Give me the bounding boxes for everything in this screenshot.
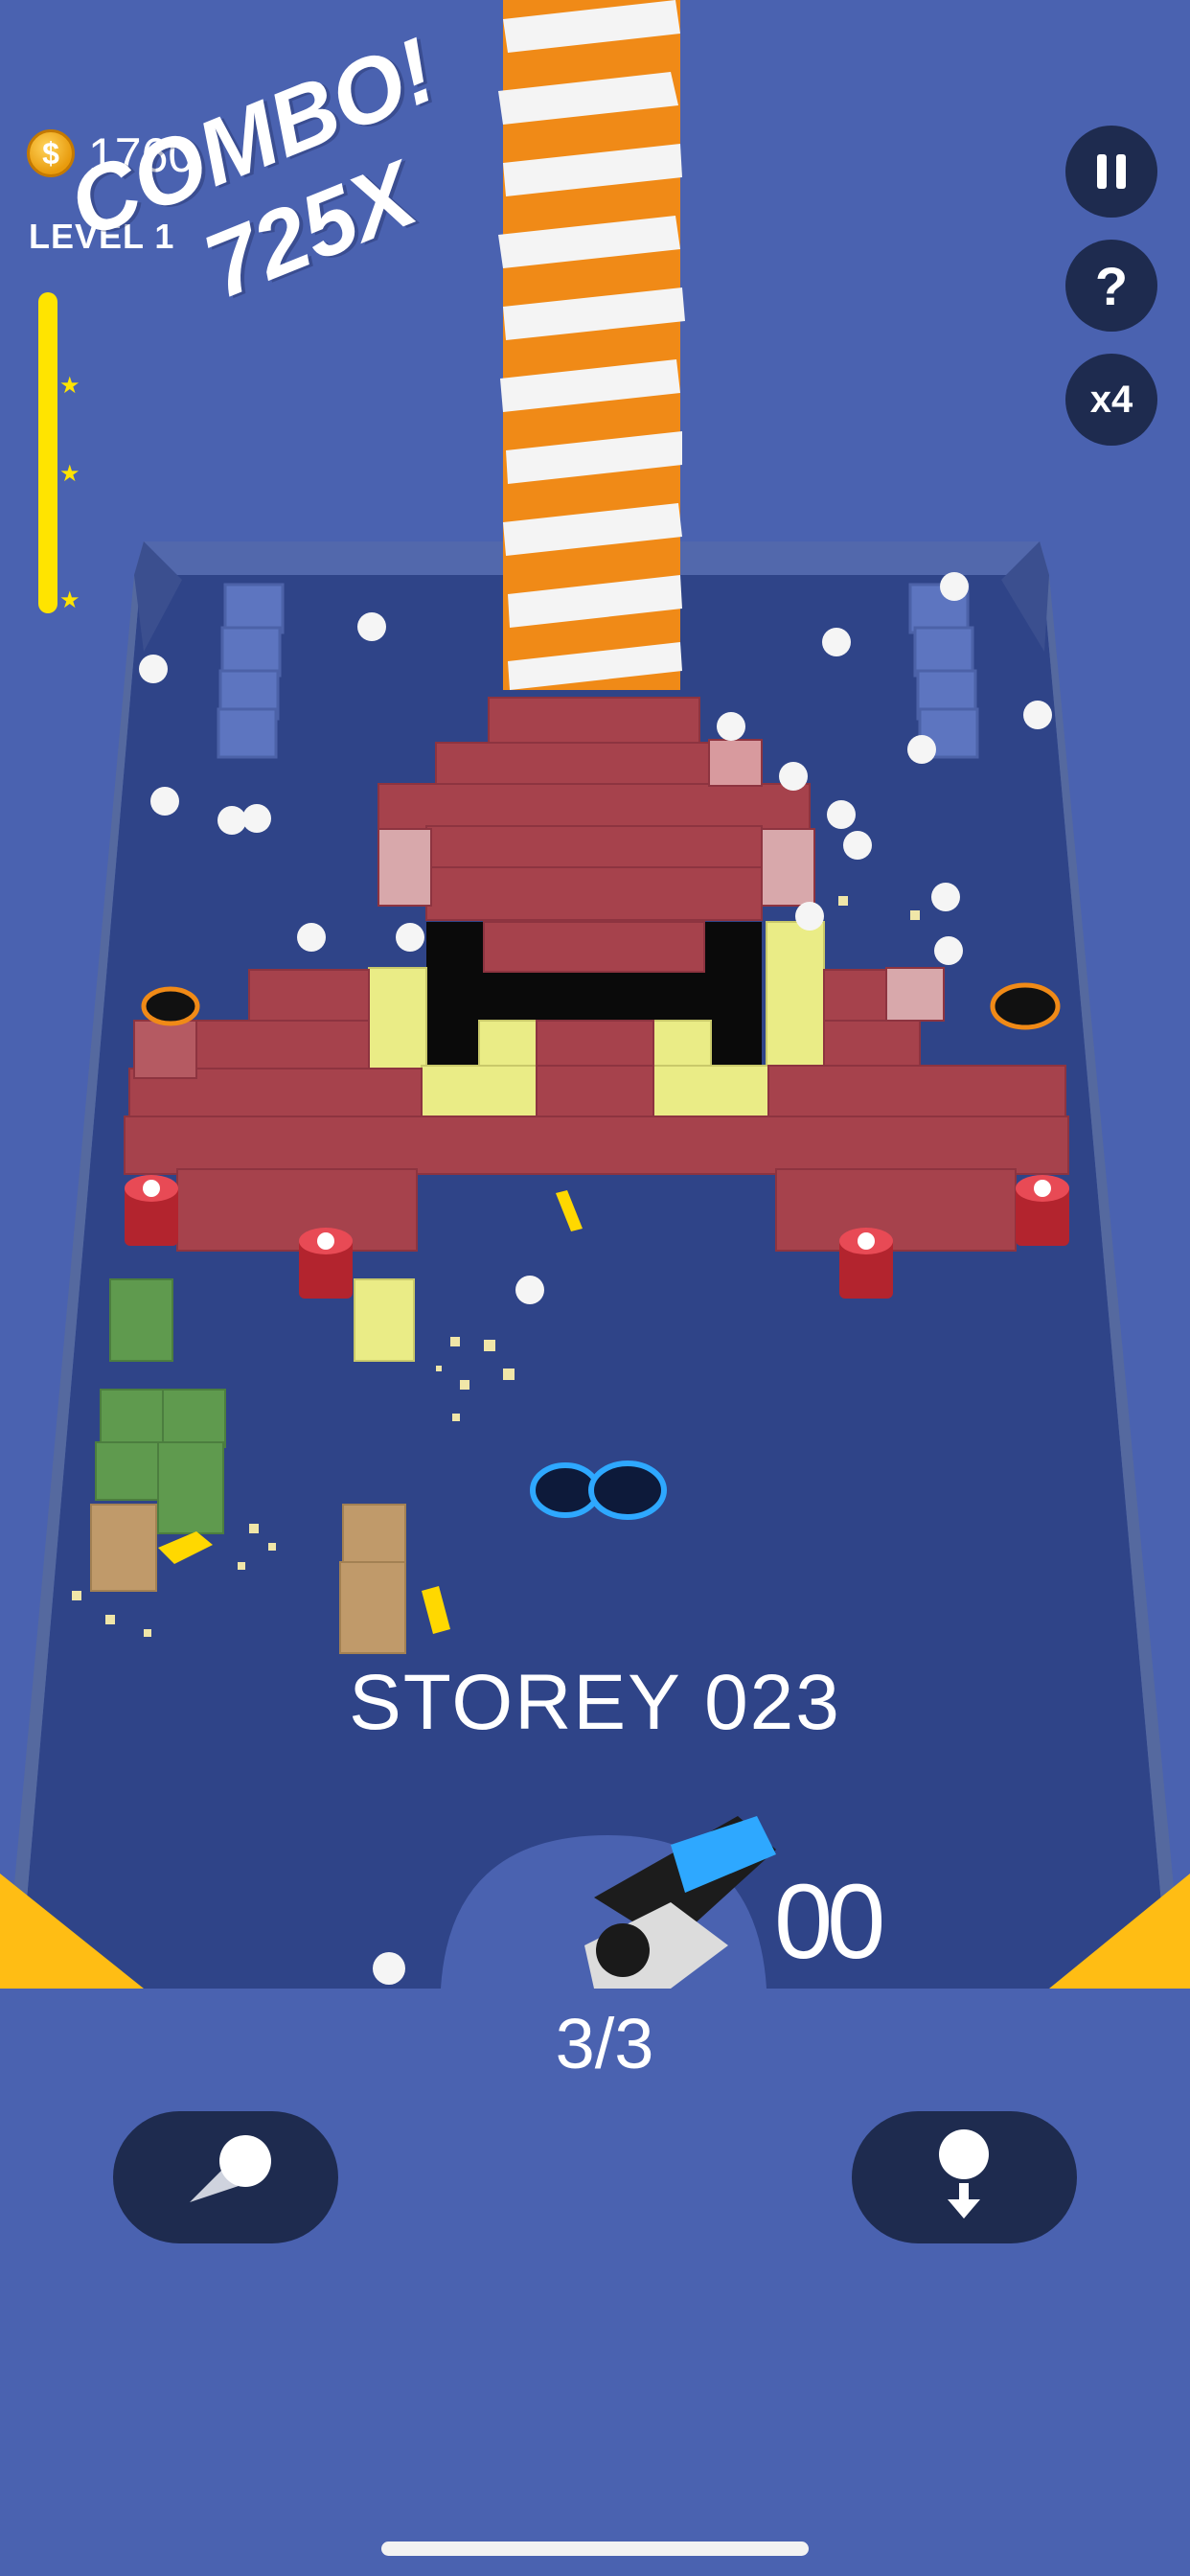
blue-stack-right — [908, 583, 979, 759]
blue-stack-left — [217, 583, 285, 759]
level-progress-bar — [38, 292, 57, 613]
star-icon: ★ — [59, 587, 80, 613]
drop-ball-icon — [939, 2129, 989, 2219]
help-button[interactable]: ? — [1065, 240, 1157, 332]
fast-shot-button[interactable] — [113, 2111, 338, 2243]
home-indicator[interactable] — [381, 2542, 809, 2556]
brick-tower — [498, 0, 685, 690]
star-icon: ★ — [59, 373, 80, 399]
ball-count: 3/3 — [555, 2004, 654, 2083]
fast-shot-icon — [190, 2135, 271, 2202]
storey-label: STOREY 023 — [349, 1659, 841, 1746]
speed-button[interactable]: x4 — [1065, 354, 1157, 446]
speed-label: x4 — [1089, 378, 1133, 421]
help-icon: ? — [1094, 255, 1129, 316]
pause-button[interactable] — [1065, 126, 1157, 218]
pause-icon — [1092, 154, 1131, 189]
drop-ball-button[interactable] — [852, 2111, 1077, 2243]
shots-counter: 00 — [774, 1863, 885, 1981]
star-icon: ★ — [59, 461, 80, 487]
